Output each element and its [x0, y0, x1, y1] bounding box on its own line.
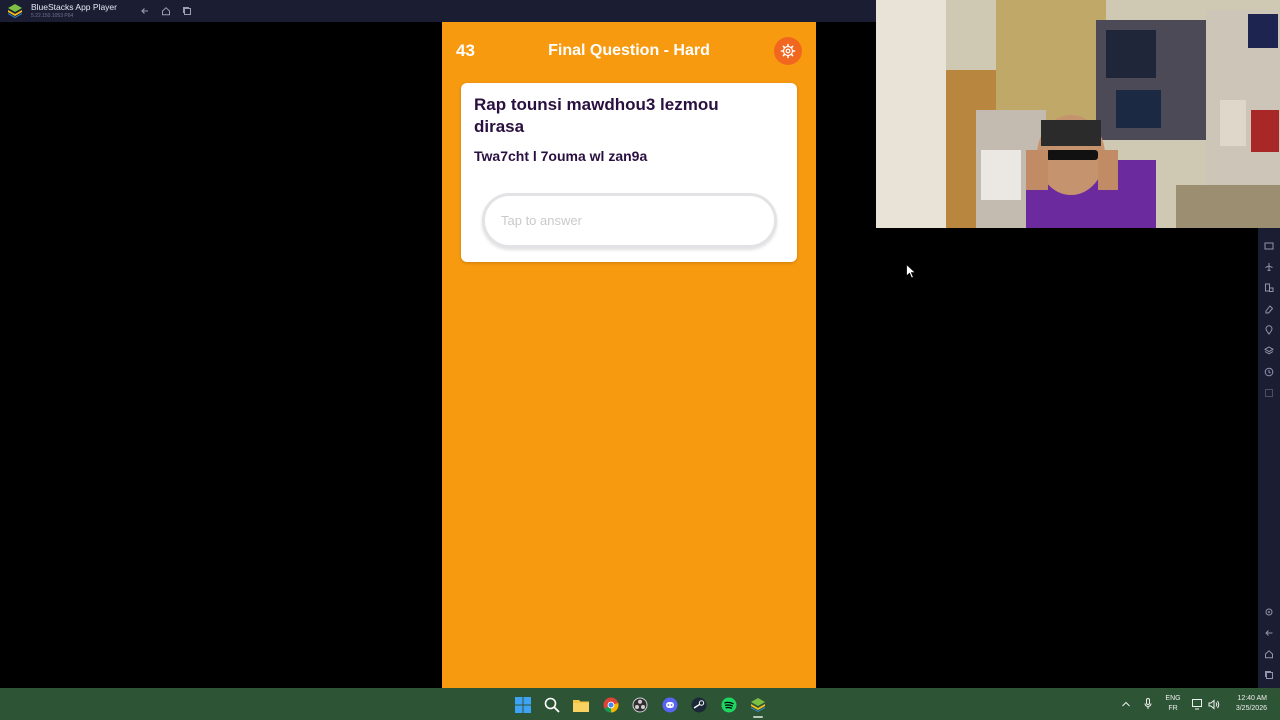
- microphone-icon[interactable]: [1142, 698, 1154, 710]
- game-screen: 43 Final Question - Hard Rap tounsi mawd…: [442, 22, 816, 688]
- bluestacks-sidebar: [1258, 228, 1280, 688]
- recents-icon[interactable]: [1263, 669, 1275, 681]
- obs-icon[interactable]: [631, 696, 648, 713]
- question-title: Final Question - Hard: [548, 42, 710, 59]
- mouse-cursor-icon: [906, 264, 916, 279]
- game-header: 43 Final Question - Hard: [442, 22, 816, 80]
- spotify-icon[interactable]: [720, 696, 737, 713]
- nav-home-icon[interactable]: [1263, 648, 1275, 660]
- rotate-icon[interactable]: [1263, 282, 1275, 294]
- settings-icon[interactable]: [1263, 606, 1275, 618]
- steam-icon[interactable]: [690, 696, 707, 713]
- screen: BlueStacks App Player 5.22.150.1053 P64 …: [0, 0, 1280, 720]
- question-hint: Twa7cht l 7ouma wl zan9a: [474, 148, 648, 164]
- layers-icon[interactable]: [1263, 345, 1275, 357]
- answer-placeholder: Tap to answer: [501, 213, 582, 228]
- macro-icon[interactable]: [1263, 366, 1275, 378]
- language-secondary: FR: [1168, 705, 1178, 712]
- settings-button[interactable]: [774, 37, 802, 65]
- file-explorer-icon[interactable]: [572, 696, 589, 713]
- bluestacks-title-bar: BlueStacks App Player 5.22.150.1053 P64: [0, 0, 876, 22]
- window-title: BlueStacks App Player: [31, 2, 117, 13]
- windows-taskbar: ENG FR 12:40 AM 3/25/2026: [0, 688, 1280, 720]
- back-icon[interactable]: [139, 5, 151, 17]
- answer-input[interactable]: Tap to answer: [482, 193, 777, 248]
- windows-start-icon[interactable]: [514, 696, 531, 713]
- chevron-up-icon[interactable]: [1120, 698, 1132, 710]
- language-primary: ENG: [1165, 695, 1181, 702]
- bluestacks-icon[interactable]: [749, 696, 766, 713]
- discord-icon[interactable]: [661, 696, 678, 713]
- eraser-icon[interactable]: [1263, 303, 1275, 315]
- bluestacks-logo-icon: [8, 4, 22, 18]
- network-icon[interactable]: [1192, 698, 1204, 710]
- screenshot-icon[interactable]: [1263, 240, 1275, 252]
- clock-date: 3/25/2026: [1235, 705, 1267, 712]
- system-clock[interactable]: 12:40 AM 3/25/2026: [1223, 694, 1267, 714]
- input-language[interactable]: ENG FR: [1163, 694, 1183, 714]
- question-card: Rap tounsi mawdhou3 lezmou dirasa Twa7ch…: [461, 83, 797, 262]
- volume-icon[interactable]: [1208, 698, 1220, 710]
- chrome-icon[interactable]: [602, 696, 619, 713]
- active-app-indicator: [753, 716, 763, 718]
- home-icon[interactable]: [160, 5, 172, 17]
- gear-icon: [780, 43, 796, 59]
- search-icon[interactable]: [543, 696, 560, 713]
- webcam-overlay: [876, 0, 1280, 228]
- nav-back-icon[interactable]: [1263, 627, 1275, 639]
- question-text: Rap tounsi mawdhou3 lezmou dirasa: [474, 95, 719, 136]
- webcam-image: [876, 0, 1280, 228]
- window-version: 5.22.150.1053 P64: [31, 12, 74, 19]
- more-icon[interactable]: [1263, 387, 1275, 399]
- location-icon[interactable]: [1263, 324, 1275, 336]
- airplane-icon[interactable]: [1263, 261, 1275, 273]
- multi-instance-icon[interactable]: [181, 5, 193, 17]
- clock-time: 12:40 AM: [1237, 695, 1267, 702]
